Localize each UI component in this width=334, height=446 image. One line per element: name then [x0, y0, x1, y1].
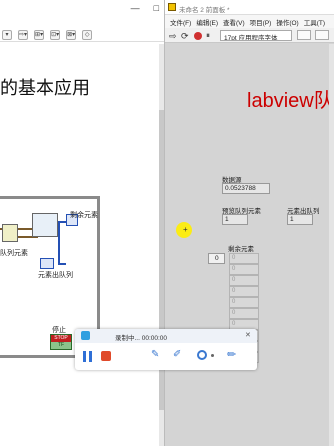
menu-edit[interactable]: 编辑(E)	[196, 17, 218, 27]
block-diagram-window: — □ ▾ ⇨▾ ⊞▾ ⊡▾ ⊠▾ ◇ 的基本应用 剩余元素 队列元素 元素出队…	[0, 0, 165, 446]
label-element-out: 元素出队列	[38, 272, 73, 279]
screen-recorder-toolbar: 录制中... 00:00:00 ✕ ✎ ✐ ✏	[75, 329, 257, 370]
maximize-button[interactable]: □	[154, 3, 159, 13]
dequeue-node[interactable]	[32, 213, 58, 237]
stop-terminal-label: STOP	[51, 335, 71, 342]
cleanup-diagram-icon[interactable]: ◇	[82, 29, 93, 40]
align-objects-icon[interactable]	[297, 30, 311, 40]
array-element: 0	[229, 297, 259, 308]
stop-terminal-type: TF	[57, 342, 65, 348]
stop-terminal[interactable]: STOP TF	[50, 334, 72, 350]
title-bar: 未命名 2 前面板 *	[165, 0, 334, 15]
recording-status: 录制中... 00:00:00	[115, 335, 168, 342]
spotlight-tool-icon[interactable]	[197, 350, 207, 360]
toolbar-item-distribute[interactable]: ⊞▾	[34, 29, 45, 40]
label-remaining-elements: 剩余元素	[70, 212, 98, 219]
diagram-toolbar: ▾ ⇨▾ ⊞▾ ⊡▾ ⊠▾ ◇	[0, 28, 164, 42]
toolbar-item-reorder[interactable]: ⊠▾	[66, 29, 77, 40]
window-controls: — □	[131, 3, 159, 13]
minimize-button[interactable]: —	[131, 3, 140, 13]
array-element-value: 0	[232, 310, 236, 316]
menu-file[interactable]: 文件(F)	[170, 17, 191, 27]
menu-project[interactable]: 项目(P)	[250, 17, 272, 27]
draw-tool-icon[interactable]: ✏	[227, 348, 236, 361]
dropdown-dot-icon	[211, 354, 214, 357]
panel-toolbar: ⇨ ⟳ ⏸ 17pt 应用程序字体	[165, 28, 334, 43]
array-wire	[58, 263, 66, 265]
array-index-value: 0	[215, 255, 219, 262]
pen-tool-icon[interactable]: ✎	[151, 349, 159, 360]
stop-recording-icon[interactable]	[101, 351, 111, 361]
title-bar: — □	[0, 0, 164, 16]
pause-recording-icon[interactable]	[83, 351, 92, 362]
array-element: 0	[229, 308, 259, 319]
array-element: 0	[229, 275, 259, 286]
labview-app-icon	[168, 3, 176, 11]
font-selector[interactable]: 17pt 应用程序字体	[220, 30, 292, 41]
recorder-close-button[interactable]: ✕	[245, 331, 251, 339]
array-element-value: 0	[232, 277, 236, 283]
vertical-scrollbar[interactable]	[329, 44, 334, 446]
menu-bar: 文件(F) 编辑(E) 查看(V) 项目(P) 操作(O) 工具(T)	[165, 15, 334, 28]
array-wire	[58, 223, 60, 263]
toolbar-item-align[interactable]: ⇨▾	[18, 29, 29, 40]
toolbar-item-run-mode[interactable]: ▾	[2, 29, 12, 40]
menu-tools[interactable]: 工具(T)	[304, 17, 325, 27]
front-panel-window: 未命名 2 前面板 * 文件(F) 编辑(E) 查看(V) 项目(P) 操作(O…	[165, 0, 334, 446]
recorder-header: 录制中... 00:00:00 ✕	[75, 329, 257, 343]
run-arrow-icon[interactable]: ⇨	[169, 31, 177, 42]
menu-view[interactable]: 查看(V)	[223, 17, 245, 27]
toolbar-item-resize[interactable]: ⊡▾	[50, 29, 61, 40]
menu-operate[interactable]: 操作(O)	[276, 17, 298, 27]
array-element: 0	[229, 286, 259, 297]
array-element-value: 0	[232, 288, 236, 294]
array-element-value: 0	[232, 266, 236, 272]
abort-icon[interactable]	[194, 32, 202, 40]
array-element: 0	[229, 264, 259, 275]
label-queue-element: 队列元素	[0, 250, 28, 257]
preview-element-indicator: 1	[222, 214, 248, 225]
array-index-control[interactable]: 0	[208, 253, 225, 264]
crosshair-cursor-icon: +	[183, 225, 188, 234]
remaining-elements-label: 剩余元素	[228, 246, 254, 253]
dequeue-element-indicator: 1	[287, 214, 313, 225]
distribute-objects-icon[interactable]	[315, 30, 329, 40]
numeric-indicator-icon[interactable]	[40, 258, 54, 269]
array-element: 0	[229, 253, 259, 264]
pause-icon[interactable]: ⏸	[206, 31, 210, 41]
panel-heading: labview队	[247, 90, 334, 112]
window-title: 未命名 2 前面板 *	[179, 7, 230, 14]
array-element-value: 0	[232, 299, 236, 305]
slide-heading: 的基本应用	[0, 78, 90, 98]
highlighter-tool-icon[interactable]: ✐	[173, 349, 181, 360]
data-source-indicator: 0.0523788	[222, 183, 270, 194]
recorder-app-icon	[81, 331, 90, 340]
array-element-value: 0	[232, 255, 236, 261]
preview-queue-node[interactable]	[2, 224, 18, 242]
run-continuous-icon[interactable]: ⟳	[181, 31, 189, 42]
array-element-value: 0	[232, 321, 236, 327]
